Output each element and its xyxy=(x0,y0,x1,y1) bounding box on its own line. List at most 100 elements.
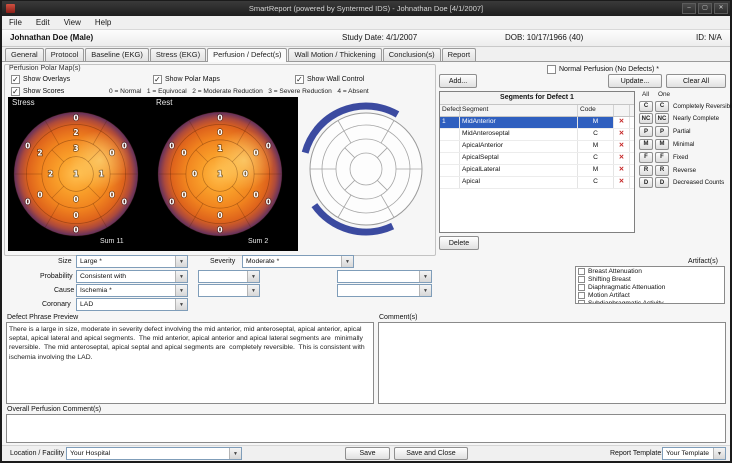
segment-row[interactable]: ApicalAnteriorM✕ xyxy=(440,141,634,153)
tab-report[interactable]: Report xyxy=(442,48,477,61)
tab-general[interactable]: General xyxy=(5,48,44,61)
code-one-minimal-button[interactable]: M xyxy=(655,139,669,150)
stress-sum-label: Sum 11 xyxy=(100,238,124,245)
code-row-partial: PP Partial xyxy=(639,126,691,138)
save-and-close-button[interactable]: Save and Close xyxy=(394,447,468,460)
remove-segment-icon[interactable]: ✕ xyxy=(614,117,630,128)
code-all-completely-reversible-button[interactable]: C xyxy=(639,101,653,112)
close-button[interactable]: ✕ xyxy=(714,3,728,14)
add-defect-button[interactable]: Add... xyxy=(439,74,477,88)
coronary-label: Coronary xyxy=(42,301,71,308)
segment-row[interactable]: MidAnteroseptalC✕ xyxy=(440,129,634,141)
artifact-checkbox[interactable] xyxy=(578,276,585,283)
code-all-reverse-button[interactable]: R xyxy=(639,165,653,176)
rest-sum-label: Sum 2 xyxy=(248,238,268,245)
tab-protocol[interactable]: Protocol xyxy=(45,48,85,61)
show-overlays-checkbox[interactable] xyxy=(11,75,20,84)
clear-all-button[interactable]: Clear All xyxy=(666,74,726,88)
cause-extra-select-2[interactable]: ▼ xyxy=(337,284,432,297)
cause-select[interactable]: Ischemia * ▼ xyxy=(76,284,188,297)
maximize-button[interactable]: ▢ xyxy=(698,3,712,14)
tab-strip: GeneralProtocolBaseline (EKG)Stress (EKG… xyxy=(2,47,730,62)
defect-phrase-preview[interactable]: There is a large in size, moderate in se… xyxy=(6,322,374,404)
tab-perfusion-defect-s[interactable]: Perfusion / Defect(s) xyxy=(207,48,287,62)
code-all-partial-button[interactable]: P xyxy=(639,126,653,137)
code-all-minimal-button[interactable]: M xyxy=(639,139,653,150)
remove-segment-icon[interactable]: ✕ xyxy=(614,153,630,164)
code-one-nearly-complete-button[interactable]: NC xyxy=(655,113,669,124)
code-row-nearly-complete: NCNC Nearly Complete xyxy=(639,113,719,125)
code-one-completely-reversible-button[interactable]: C xyxy=(655,101,669,112)
column-header-code: Code xyxy=(578,105,614,116)
code-label: Nearly Complete xyxy=(673,115,719,122)
tab-wall-motion-thickening[interactable]: Wall Motion / Thickening xyxy=(288,48,381,61)
remove-segment-icon[interactable]: ✕ xyxy=(614,141,630,152)
location-facility-select[interactable]: Your Hospital ▼ xyxy=(66,447,242,460)
artifact-checkbox[interactable] xyxy=(578,300,585,305)
artifact-checkbox[interactable] xyxy=(578,268,585,275)
show-wall-control-checkbox[interactable] xyxy=(295,75,304,84)
app-window: SmartReport (powered by Syntermed IDS) -… xyxy=(0,0,732,463)
segment-defect-cell xyxy=(440,153,460,164)
code-one-decreased-counts-button[interactable]: D xyxy=(655,177,669,188)
severity-select[interactable]: Moderate * ▼ xyxy=(242,255,354,268)
report-template-value: Your Template xyxy=(663,450,713,457)
remove-segment-icon[interactable]: ✕ xyxy=(614,129,630,140)
code-all-nearly-complete-button[interactable]: NC xyxy=(639,113,653,124)
coronary-select[interactable]: LAD ▼ xyxy=(76,298,188,311)
column-header-actions xyxy=(614,105,630,116)
probability-select[interactable]: Consistent with ▼ xyxy=(76,270,188,283)
menu-edit[interactable]: Edit xyxy=(29,18,57,27)
tab-stress-ekg[interactable]: Stress (EKG) xyxy=(150,48,206,61)
footer-bar: Location / Facility Your Hospital ▼ Save… xyxy=(2,445,730,461)
delete-button[interactable]: Delete xyxy=(439,236,479,250)
chevron-down-icon: ▼ xyxy=(175,299,187,310)
cause-extra-select-1[interactable]: ▼ xyxy=(198,284,260,297)
segment-code-cell: C xyxy=(578,129,614,140)
code-label: Fixed xyxy=(673,154,688,161)
code-one-reverse-button[interactable]: R xyxy=(655,165,669,176)
segment-row[interactable]: 1MidAnteriorM✕ xyxy=(440,117,634,129)
report-template-select[interactable]: Your Template ▼ xyxy=(662,447,726,460)
svg-text:0: 0 xyxy=(253,149,258,158)
svg-text:0: 0 xyxy=(73,195,78,204)
tab-baseline-ekg[interactable]: Baseline (EKG) xyxy=(85,48,149,61)
segment-row[interactable]: ApicalSeptalC✕ xyxy=(440,153,634,165)
update-button[interactable]: Update... xyxy=(608,74,662,88)
probability-extra-select-2[interactable]: ▼ xyxy=(337,270,432,283)
show-polar-maps-checkbox[interactable] xyxy=(153,75,162,84)
code-all-decreased-counts-button[interactable]: D xyxy=(639,177,653,188)
remove-segment-icon[interactable]: ✕ xyxy=(614,177,630,188)
code-one-partial-button[interactable]: P xyxy=(655,126,669,137)
menu-help[interactable]: Help xyxy=(88,18,118,27)
tab-conclusion-s[interactable]: Conclusion(s) xyxy=(383,48,441,61)
artifacts-list[interactable]: Breast AttenuationShifting BreastDiaphra… xyxy=(575,266,725,304)
remove-segment-icon[interactable]: ✕ xyxy=(614,165,630,176)
minimize-button[interactable]: – xyxy=(682,3,696,14)
segment-row[interactable]: ApicalC✕ xyxy=(440,177,634,189)
code-label: Partial xyxy=(673,128,691,135)
svg-text:0: 0 xyxy=(266,197,271,206)
location-facility-label: Location / Facility xyxy=(10,450,64,457)
artifact-checkbox[interactable] xyxy=(578,292,585,299)
code-all-fixed-button[interactable]: F xyxy=(639,152,653,163)
artifact-checkbox[interactable] xyxy=(578,284,585,291)
column-header-segment: Segment xyxy=(460,105,578,116)
segments-table[interactable]: Segments for Defect 1DefectSegmentCode1M… xyxy=(439,91,635,233)
artifact-label: Motion Artifact xyxy=(588,292,630,299)
menu-file[interactable]: File xyxy=(2,18,29,27)
window-title: SmartReport (powered by Syntermed IDS) -… xyxy=(2,4,730,13)
comments-input[interactable] xyxy=(378,322,726,404)
show-scores-checkbox[interactable] xyxy=(11,87,20,96)
code-one-fixed-button[interactable]: F xyxy=(655,152,669,163)
artifact-item-breast-attenuation: Breast Attenuation xyxy=(576,267,724,275)
probability-extra-select-1[interactable]: ▼ xyxy=(198,270,260,283)
svg-text:1: 1 xyxy=(99,170,104,179)
menu-view[interactable]: View xyxy=(57,18,88,27)
size-select[interactable]: Large * ▼ xyxy=(76,255,188,268)
title-bar[interactable]: SmartReport (powered by Syntermed IDS) -… xyxy=(2,1,730,16)
save-button[interactable]: Save xyxy=(345,447,390,460)
segment-row[interactable]: ApicalLateralM✕ xyxy=(440,165,634,177)
normal-perfusion-checkbox[interactable] xyxy=(547,65,556,74)
overall-perfusion-comments-input[interactable] xyxy=(6,414,726,443)
